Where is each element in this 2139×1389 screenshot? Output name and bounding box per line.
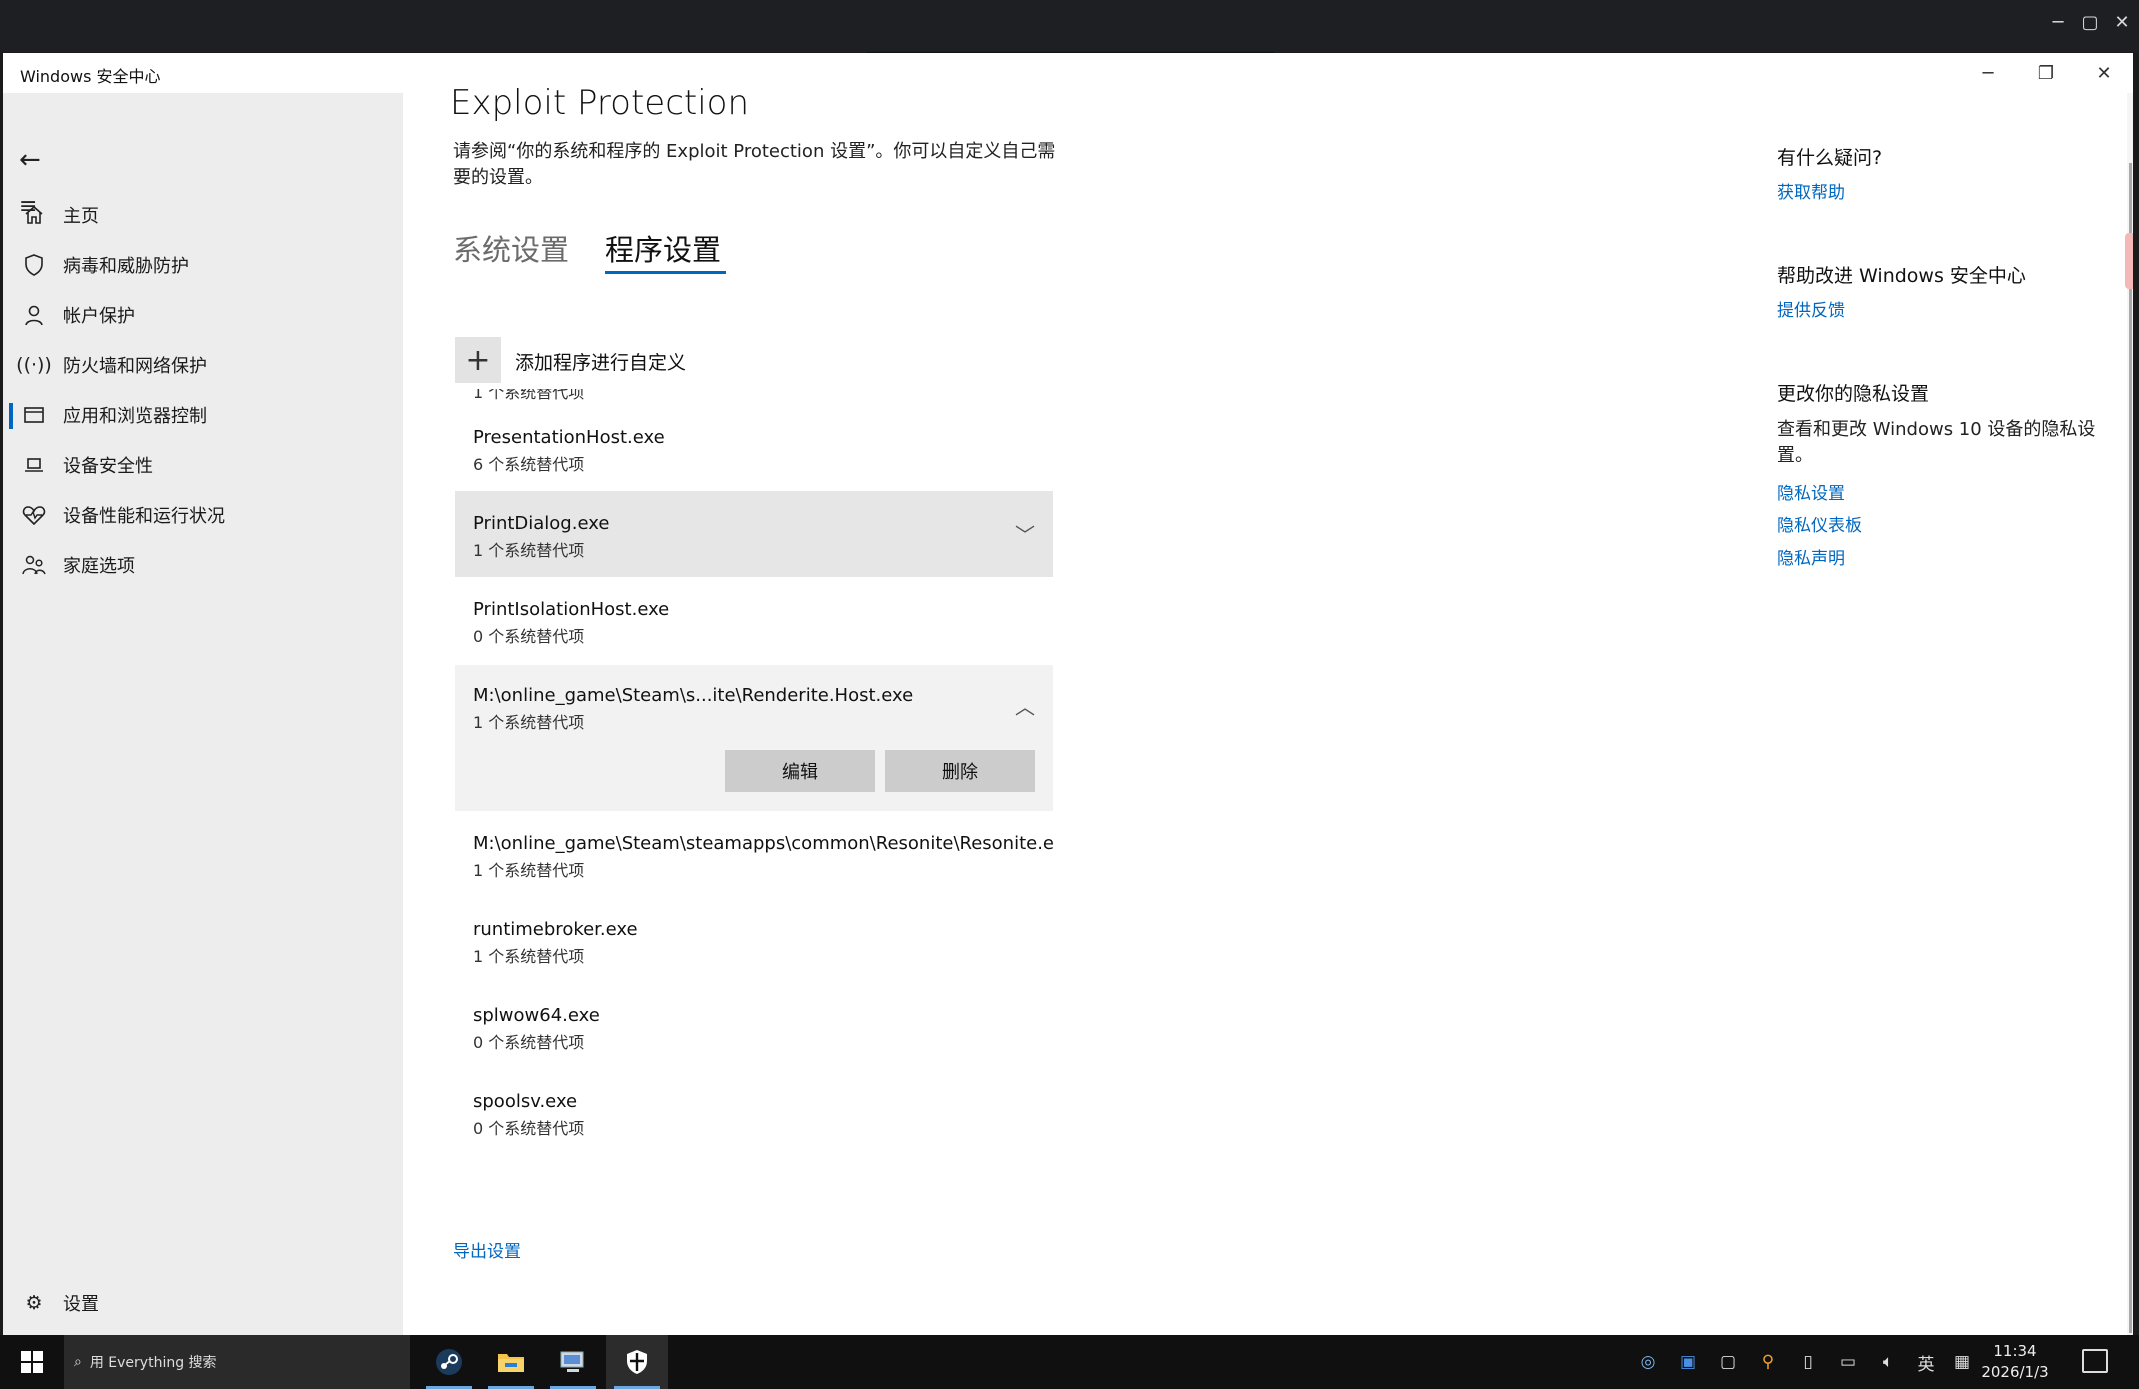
tray-window-icon[interactable]: ▢ <box>1708 1352 1748 1372</box>
taskbar-clock[interactable]: 11:34 2026/1/3 <box>1968 1341 2062 1383</box>
taskbar-windows-security[interactable] <box>606 1335 668 1389</box>
chevron-up-icon[interactable]: ︿ <box>1015 691 1035 720</box>
edit-button[interactable]: 编辑 <box>725 750 875 792</box>
heart-pulse-icon <box>21 502 47 528</box>
taskbar: ⌕ 用 Everything 搜索 ◎ ▣ ▢ ⚲ ▯ ▭ 🔈︎ 英 ▦ 11:… <box>0 1335 2139 1389</box>
tray-usb-icon[interactable]: ▯ <box>1788 1352 1828 1372</box>
sidebar-item-firewall[interactable]: ((·)) 防火墙和网络保护 <box>3 343 403 387</box>
list-item[interactable]: PrintDialog.exe 1 个系统替代项 ﹀ <box>455 491 1053 577</box>
side-handle[interactable] <box>2125 233 2133 289</box>
clock-date: 2026/1/3 <box>1981 1363 2049 1381</box>
window-title: Windows 安全中心 <box>20 67 161 86</box>
export-settings-link[interactable]: 导出设置 <box>453 1237 521 1262</box>
get-help-link[interactable]: 获取帮助 <box>1777 178 1845 203</box>
add-program-button[interactable]: + <box>455 337 501 383</box>
window-minimize-icon[interactable]: ─ <box>1959 53 2017 93</box>
list-item[interactable]: 1 个系统替代项 <box>455 389 1053 405</box>
volume-icon[interactable]: 🔈︎ <box>1868 1352 1908 1372</box>
sidebar: ← ≡ 主页 病毒和威胁防护 帐户保护 ((·)) 防火墙和网络保护 应用和浏览… <box>3 93 403 1335</box>
window-close-icon[interactable]: ✕ <box>2075 53 2133 93</box>
system-tray: ◎ ▣ ▢ ⚲ ▯ ▭ 🔈︎ 英 ▦ <box>1628 1335 1980 1389</box>
remote-desktop-bar: ─ ▢ ✕ <box>0 0 2139 52</box>
security-shield-icon <box>627 1350 647 1374</box>
list-item[interactable]: M:\online_game\Steam\steamapps\common\Re… <box>455 811 1053 897</box>
list-item[interactable]: splwow64.exe 0 个系统替代项 <box>455 983 1053 1069</box>
help-question-heading: 有什么疑问? <box>1777 147 1883 169</box>
security-window: Windows 安全中心 ─ ❐ ✕ ← ≡ 主页 病毒和威胁防护 帐户保护 (… <box>3 53 2133 1335</box>
taskbar-remote-app[interactable] <box>542 1335 604 1389</box>
folder-icon <box>498 1354 524 1372</box>
privacy-dashboard-link[interactable]: 隐私仪表板 <box>1777 511 1862 536</box>
feedback-link[interactable]: 提供反馈 <box>1777 296 1845 321</box>
page-title: Exploit Protection <box>450 83 750 123</box>
computer-icon <box>560 1351 584 1372</box>
app-window-icon <box>21 402 47 428</box>
notification-center-icon[interactable] <box>2082 1349 2108 1373</box>
main-content: Exploit Protection 请参阅“你的系统和程序的 Exploit … <box>403 83 2133 1335</box>
laptop-icon <box>21 452 47 478</box>
tray-remote-icon[interactable]: ▣ <box>1668 1352 1708 1372</box>
title-bar: Windows 安全中心 ─ ❐ ✕ <box>3 53 2133 93</box>
add-program-label[interactable]: 添加程序进行自定义 <box>515 348 686 375</box>
maximize-icon[interactable]: ▢ <box>2081 14 2099 32</box>
tray-steam-icon[interactable]: ◎ <box>1628 1352 1668 1372</box>
delete-button[interactable]: 删除 <box>885 750 1035 792</box>
tab-system-settings[interactable]: 系统设置 <box>453 227 569 269</box>
family-icon <box>21 552 47 578</box>
sidebar-item-device-security[interactable]: 设备安全性 <box>3 443 403 487</box>
privacy-statement-link[interactable]: 隐私声明 <box>1777 544 1845 569</box>
privacy-description: 查看和更改 Windows 10 设备的隐私设置。 <box>1777 419 2096 466</box>
search-icon: ⌕ <box>74 1354 82 1370</box>
windows-logo-icon <box>21 1351 43 1373</box>
network-icon[interactable]: ▭ <box>1828 1352 1868 1372</box>
window-buttons: ─ ❐ ✕ <box>1959 53 2133 93</box>
gear-icon: ⚙ <box>25 1292 43 1314</box>
sidebar-item-settings[interactable]: ⚙ 设置 <box>3 1281 403 1325</box>
window-restore-icon[interactable]: ❐ <box>2017 53 2075 93</box>
close-icon[interactable]: ✕ <box>2113 14 2131 32</box>
list-item-expanded[interactable]: M:\online_game\Steam\s...ite\Renderite.H… <box>455 665 1053 811</box>
list-item[interactable]: spoolsv.exe 0 个系统替代项 <box>455 1069 1053 1155</box>
search-placeholder: 用 Everything 搜索 <box>89 1355 217 1371</box>
ime-indicator[interactable]: 英 <box>1908 1350 1944 1375</box>
shield-icon <box>21 252 47 278</box>
page-description: 请参阅“你的系统和程序的 Exploit Protection 设置”。你可以自… <box>453 141 1056 188</box>
sidebar-item-home[interactable]: 主页 <box>3 193 403 237</box>
tray-search-tool-icon[interactable]: ⚲ <box>1748 1352 1788 1372</box>
steam-icon <box>436 1349 462 1375</box>
plus-icon: + <box>465 342 491 378</box>
privacy-settings-link[interactable]: 隐私设置 <box>1777 479 1845 504</box>
sidebar-item-family[interactable]: 家庭选项 <box>3 543 403 587</box>
home-icon <box>21 202 47 228</box>
sidebar-item-device-health[interactable]: 设备性能和运行状况 <box>3 493 403 537</box>
taskbar-search[interactable]: ⌕ 用 Everything 搜索 <box>64 1335 410 1389</box>
tab-program-settings[interactable]: 程序设置 <box>605 227 721 269</box>
improve-heading: 帮助改进 Windows 安全中心 <box>1777 265 2026 287</box>
sidebar-item-virus[interactable]: 病毒和威胁防护 <box>3 243 403 287</box>
taskbar-file-explorer[interactable] <box>480 1335 542 1389</box>
active-tab-indicator <box>605 271 726 274</box>
program-list: 1 个系统替代项 PresentationHost.exe 6 个系统替代项 P… <box>455 389 1053 1275</box>
privacy-heading: 更改你的隐私设置 <box>1777 383 1930 405</box>
sidebar-item-account[interactable]: 帐户保护 <box>3 293 403 337</box>
list-item[interactable]: PresentationHost.exe 6 个系统替代项 <box>455 405 1053 491</box>
chevron-down-icon[interactable]: ﹀ <box>1015 519 1035 548</box>
person-icon <box>21 302 47 328</box>
list-item[interactable]: runtimebroker.exe 1 个系统替代项 <box>455 897 1053 983</box>
list-item[interactable]: PrintIsolationHost.exe 0 个系统替代项 <box>455 577 1053 663</box>
minimize-icon[interactable]: ─ <box>2049 14 2067 32</box>
back-arrow-icon[interactable]: ← <box>19 145 41 175</box>
antenna-icon: ((·)) <box>16 354 52 376</box>
clock-time: 11:34 <box>1993 1342 2037 1360</box>
sidebar-item-app-browser[interactable]: 应用和浏览器控制 <box>3 393 403 437</box>
remote-window-controls: ─ ▢ ✕ <box>2049 14 2131 32</box>
scrollbar-thumb[interactable] <box>2129 163 2132 1333</box>
taskbar-steam[interactable] <box>418 1335 480 1389</box>
start-button[interactable] <box>0 1335 64 1389</box>
